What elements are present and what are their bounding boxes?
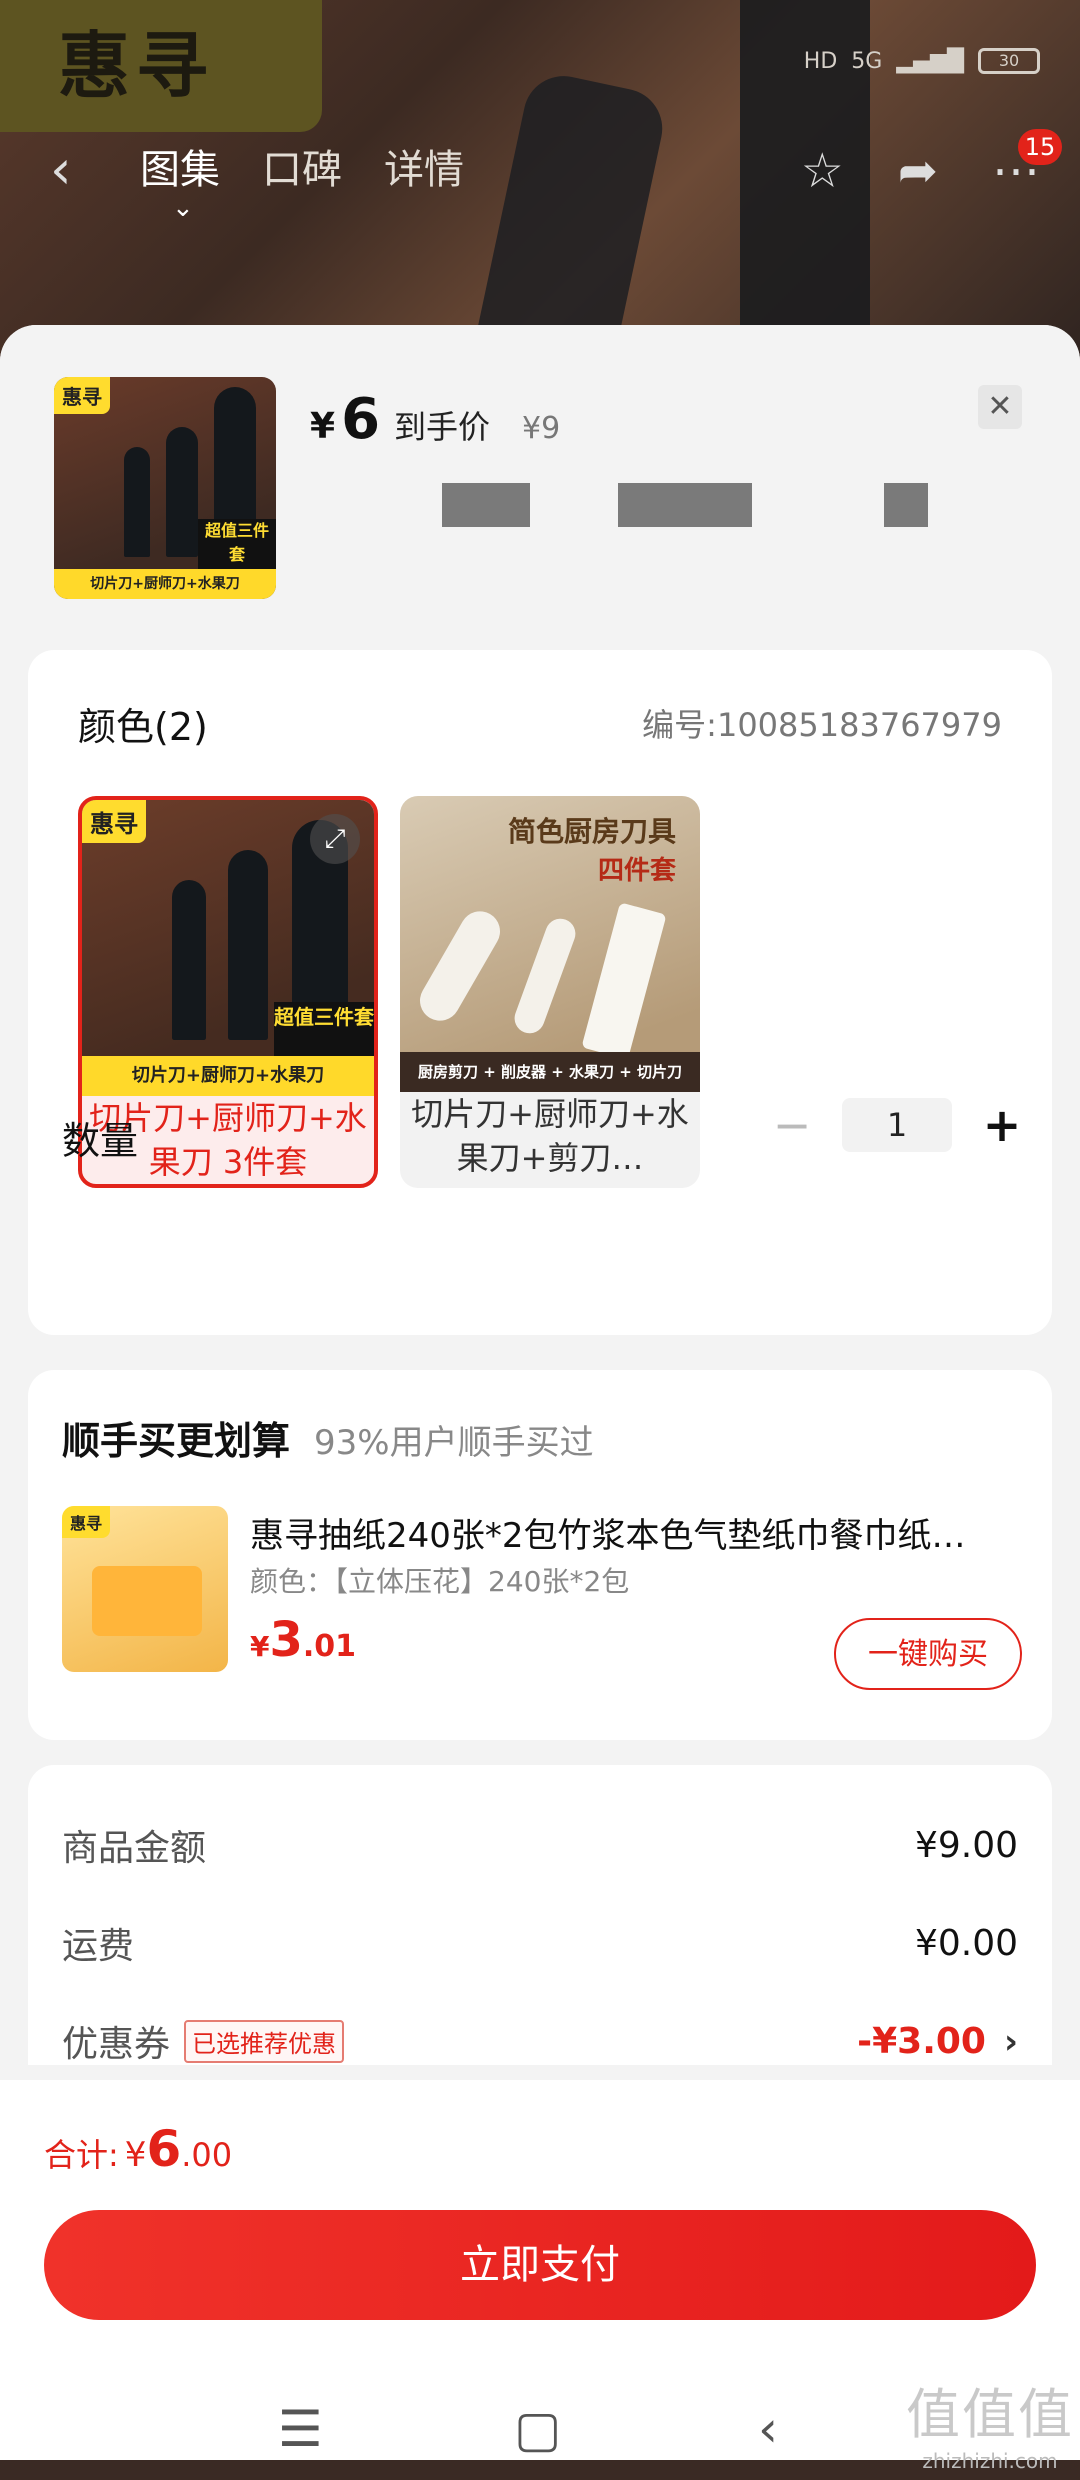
tab-indicator-icon: ⌄ <box>172 193 194 223</box>
product-summary: 惠寻 超值三件套 切片刀+厨师刀+水果刀 ¥ 6 到手价 ¥9 ✕ <box>0 325 1080 625</box>
variant-strip: 厨房剪刀 + 削皮器 + 水果刀 + 切片刀 <box>400 1052 700 1092</box>
share-icon[interactable]: ➦ <box>898 141 938 201</box>
watermark-text: 值值值 <box>906 2383 1074 2446</box>
color-section-title: 颜色(2) <box>78 705 208 749</box>
price-symbol: ¥ <box>310 406 336 447</box>
total-symbol: ¥ <box>124 2135 147 2175</box>
watermark-sub: zhizhizhi.com <box>922 2449 1058 2473</box>
variant-strip: 切片刀+厨师刀+水果刀 <box>82 1056 374 1096</box>
tab-reviews[interactable]: 口碑 <box>262 145 342 195</box>
network-icon: 5G <box>851 48 883 74</box>
knife-shape <box>166 427 198 557</box>
summary-card: 商品金额 ¥9.00 运费 ¥0.00 优惠券 已选推荐优惠 -¥3.00 › <box>28 1765 1052 2065</box>
thumb-logo: 惠寻 <box>54 377 110 414</box>
addon-price: ¥3.01 <box>250 1612 356 1668</box>
variant-logo: 惠寻 <box>82 800 146 843</box>
knife-shape <box>124 447 150 557</box>
scissors-shape <box>412 904 508 1028</box>
tab-gallery[interactable]: 图集 <box>140 145 220 195</box>
price-label: 到手价 <box>394 408 491 446</box>
expand-icon[interactable]: ⤢ <box>310 814 360 864</box>
back-nav-icon[interactable]: ‹ <box>758 2400 778 2458</box>
addon-logo: 惠寻 <box>62 1506 111 1538</box>
status-bar: HD 5G ▂▄▆█ 30 <box>804 48 1040 74</box>
original-price: ¥9 <box>522 411 561 446</box>
close-icon[interactable]: ✕ <box>978 385 1022 429</box>
favorite-star-icon[interactable]: ☆ <box>801 141 844 201</box>
product-thumbnail: 惠寻 超值三件套 切片刀+厨师刀+水果刀 <box>54 377 276 599</box>
minus-button[interactable]: − <box>772 1098 812 1152</box>
addon-price-int: 3 <box>269 1612 303 1668</box>
quantity-stepper: − 1 + <box>772 1098 1022 1152</box>
addon-name[interactable]: 惠寻抽纸240张*2包竹浆本色气垫纸巾餐巾纸… <box>250 1508 1000 1557</box>
variant-image-title: 简色厨房刀具 <box>507 815 676 848</box>
addon-image[interactable]: 惠寻 <box>62 1506 228 1672</box>
total-int: 6 <box>146 2120 182 2178</box>
home-icon[interactable]: ▢ <box>514 2400 561 2458</box>
tab-details[interactable]: 详情 <box>384 145 464 195</box>
thumb-strip: 切片刀+厨师刀+水果刀 <box>54 569 276 599</box>
menu-icon[interactable]: ☰ <box>278 2400 323 2458</box>
watermark: 值值值 zhizhizhi.com <box>906 2370 1074 2473</box>
variant-option[interactable]: 简色厨房刀具 四件套 厨房剪刀 + 削皮器 + 水果刀 + 切片刀 切片刀+厨师… <box>400 796 700 1188</box>
hd-icon: HD <box>803 48 838 74</box>
total-price: 合计: ¥6.00 <box>44 2120 232 2178</box>
thumb-tag: 超值三件套 <box>198 519 276 569</box>
chevron-right-icon: › <box>1003 2021 1018 2062</box>
addon-price-symbol: ¥ <box>250 1630 270 1663</box>
top-nav: ‹ 图集 口碑 详情 ⌄ ☆ ➦ ⋯ 15 <box>0 129 1080 223</box>
knife-shape <box>228 850 268 1040</box>
variant-image: 惠寻 ⤢ 超值三件套 切片刀+厨师刀+水果刀 <box>82 800 374 1096</box>
addon-title: 顺手买更划算 <box>62 1419 291 1463</box>
price-value: 6 <box>341 387 381 452</box>
summary-value: ¥9.00 <box>914 1824 1018 1866</box>
price-line: ¥ 6 到手价 ¥9 <box>310 387 560 452</box>
summary-label: 商品金额 <box>62 1828 207 1869</box>
pay-now-button[interactable]: 立即支付 <box>44 2210 1036 2320</box>
variant-card: 颜色(2) 编号:10085183767979 惠寻 ⤢ 超值三件套 切片刀+厨… <box>28 650 1052 1335</box>
variant-label: 切片刀+厨师刀+水果刀+剪刀… <box>411 1095 689 1177</box>
total-label: 合计: <box>44 2136 119 2174</box>
knife-shape <box>581 902 667 1060</box>
signal-icon: ▂▄▆█ <box>896 48 964 74</box>
summary-row: 运费 ¥0.00 <box>62 1913 1018 1973</box>
summary-value: ¥0.00 <box>914 1922 1018 1964</box>
product-code: 编号:10085183767979 <box>642 706 1002 744</box>
quantity-label: 数量 <box>62 1119 139 1163</box>
more-icon[interactable]: ⋯ 15 <box>992 129 1062 201</box>
coupon-tag: 已选推荐优惠 <box>184 2019 345 2063</box>
tissue-box-shape <box>92 1566 202 1636</box>
coupon-value: -¥3.00 <box>857 2020 986 2062</box>
variant-image-subtitle: 四件套 <box>597 856 676 886</box>
summary-label: 优惠券 <box>62 2024 171 2065</box>
addon-price-dec: .01 <box>302 1629 357 1664</box>
quantity-field[interactable]: 1 <box>842 1098 952 1152</box>
redacted-block <box>442 483 530 527</box>
total-dec: .00 <box>181 2136 233 2174</box>
summary-label: 运费 <box>62 1926 135 1967</box>
brand-logo: 惠寻 <box>0 0 322 132</box>
back-icon[interactable]: ‹ <box>50 143 72 197</box>
coupon-row[interactable]: 优惠券 已选推荐优惠 -¥3.00 › <box>62 2011 1018 2071</box>
redacted-block <box>618 483 752 527</box>
variant-image: 简色厨房刀具 四件套 厨房剪刀 + 削皮器 + 水果刀 + 切片刀 <box>400 796 700 1092</box>
one-click-buy-button[interactable]: 一键购买 <box>834 1618 1022 1690</box>
knife-shape <box>172 880 206 1040</box>
addon-subtitle: 93%用户顺手买过 <box>314 1423 594 1463</box>
battery-icon: 30 <box>978 48 1040 74</box>
addon-card: 顺手买更划算 93%用户顺手买过 惠寻 惠寻抽纸240张*2包竹浆本色气垫纸巾餐… <box>28 1370 1052 1740</box>
addon-spec: 颜色：【立体压花】240张*2包 <box>250 1565 630 1598</box>
plus-button[interactable]: + <box>982 1098 1022 1152</box>
redacted-block <box>884 483 928 527</box>
summary-row: 商品金额 ¥9.00 <box>62 1815 1018 1875</box>
message-count-badge: 15 <box>1018 129 1062 165</box>
peeler-shape <box>510 914 580 1038</box>
